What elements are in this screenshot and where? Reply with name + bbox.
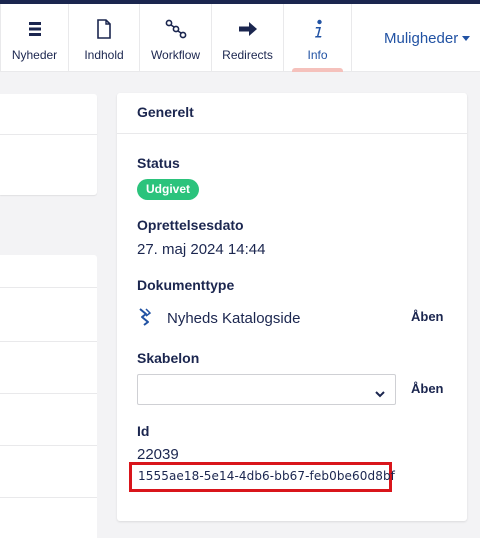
tab-workflow[interactable]: Workflow — [140, 4, 212, 72]
left-list-card — [0, 255, 97, 538]
top-navigation-bar: Nyheder Indhold Workflow Redirects Info … — [0, 4, 480, 72]
created-date-value: 27. maj 2024 14:44 — [137, 241, 266, 258]
tab-label: Redirects — [222, 48, 273, 62]
general-info-card: Generelt Status Udgivet Oprettelsesdato … — [117, 93, 467, 521]
divider — [0, 134, 97, 135]
guid-value: 1555ae18-5e14-4db6-bb67-feb0be60d8bf — [138, 469, 395, 483]
caret-down-icon — [462, 36, 471, 41]
document-icon — [69, 18, 139, 40]
tab-label: Workflow — [150, 48, 201, 62]
status-badge: Udgivet — [137, 179, 200, 200]
tab-indhold[interactable]: Indhold — [69, 4, 140, 72]
info-icon — [284, 18, 351, 40]
list-icon — [1, 18, 68, 40]
options-dropdown[interactable]: Muligheder — [384, 30, 471, 47]
created-date-label: Oprettelsesdato — [137, 217, 244, 233]
tab-label: Nyheder — [11, 48, 58, 62]
arrow-right-icon — [212, 18, 283, 40]
open-template-link[interactable]: Åben — [411, 381, 444, 396]
tab-info[interactable]: Info — [284, 4, 352, 72]
document-type-label: Dokumenttype — [137, 277, 235, 293]
card-title: Generelt — [137, 104, 194, 120]
divider — [0, 445, 97, 446]
tab-nyheder[interactable]: Nyheder — [0, 4, 69, 72]
tab-label: Info — [307, 48, 328, 62]
divider — [0, 341, 97, 342]
tab-redirects[interactable]: Redirects — [212, 4, 284, 72]
divider — [0, 497, 97, 498]
chevron-down-icon — [375, 385, 385, 403]
card-header: Generelt — [117, 93, 467, 134]
left-pane — [0, 72, 97, 538]
template-label: Skabelon — [137, 350, 200, 366]
divider — [0, 393, 97, 394]
active-tab-indicator — [292, 68, 343, 72]
document-type-value: Nyheds Katalogside — [167, 310, 301, 327]
workflow-icon — [140, 18, 211, 40]
status-label: Status — [137, 155, 180, 171]
id-value: 22039 — [137, 446, 179, 463]
divider — [0, 287, 97, 288]
open-document-type-link[interactable]: Åben — [411, 309, 444, 324]
options-dropdown-label: Muligheder — [384, 30, 459, 47]
template-select[interactable] — [137, 374, 396, 405]
document-type-icon — [137, 307, 153, 327]
tab-label: Indhold — [84, 48, 124, 62]
left-panel-card — [0, 94, 97, 195]
id-label: Id — [137, 423, 150, 439]
